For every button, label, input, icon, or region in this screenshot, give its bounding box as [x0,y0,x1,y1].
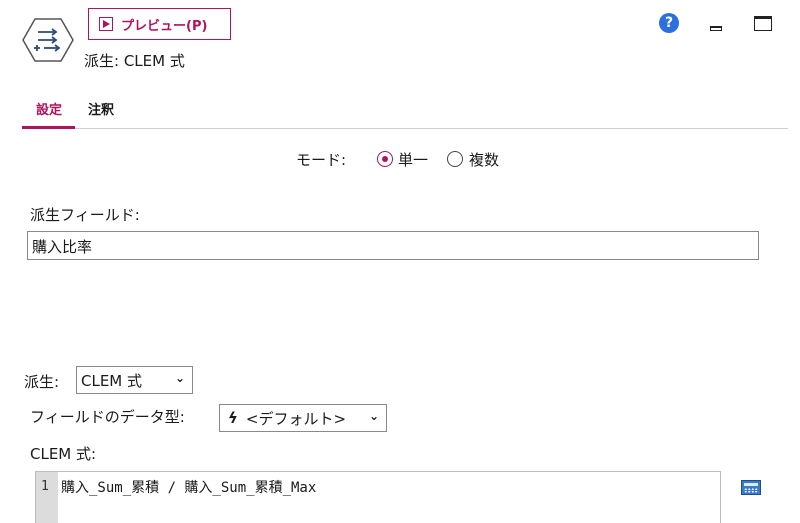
field-type-value: <デフォルト> [245,409,347,428]
derive-as-select[interactable]: CLEM 式 ⌄ [76,366,193,394]
field-type-label: フィールドのデータ型: [30,408,185,426]
tab-settings[interactable]: 設定 [36,99,62,118]
tab-annotations[interactable]: 注釈 [88,99,114,118]
derive-field-label: 派生フィールド: [30,206,140,224]
mode-single-label[interactable]: 単一 [398,149,428,170]
line-number: 1 [41,479,49,494]
mode-label: モード: [296,151,347,169]
help-icon[interactable]: ? [659,13,679,33]
mode-multiple-label[interactable]: 複数 [469,149,499,170]
active-tab-indicator [22,126,75,129]
maximize-icon[interactable] [754,16,772,31]
clem-expression-label: CLEM 式: [30,445,97,463]
derive-as-label: 派生: [24,373,60,391]
play-icon [99,17,113,31]
derive-as-value: CLEM 式 [81,371,143,390]
field-type-select[interactable]: ϟ <デフォルト> ⌄ [219,404,387,432]
preview-button-label: プレビュー(P) [121,18,208,34]
chevron-down-icon: ⌄ [174,371,185,385]
minimize-icon[interactable] [710,26,722,31]
derive-field-input[interactable]: 購入比率 [27,231,759,260]
mode-single-radio[interactable] [377,151,393,167]
node-title: 派生: CLEM 式 [84,52,185,70]
mode-multiple-radio[interactable] [447,151,463,167]
lightning-icon: ϟ [228,409,238,427]
clem-expression-editor[interactable]: 1 購入_Sum_累積 / 購入_Sum_累積_Max [35,471,721,523]
chevron-down-icon: ⌄ [368,409,379,423]
tab-divider [22,128,788,129]
clem-expression-code: 購入_Sum_累積 / 購入_Sum_累積_Max [61,480,317,496]
expression-builder-icon[interactable] [741,480,761,495]
preview-button[interactable]: プレビュー(P) [88,8,231,40]
derive-node-icon [22,17,74,63]
